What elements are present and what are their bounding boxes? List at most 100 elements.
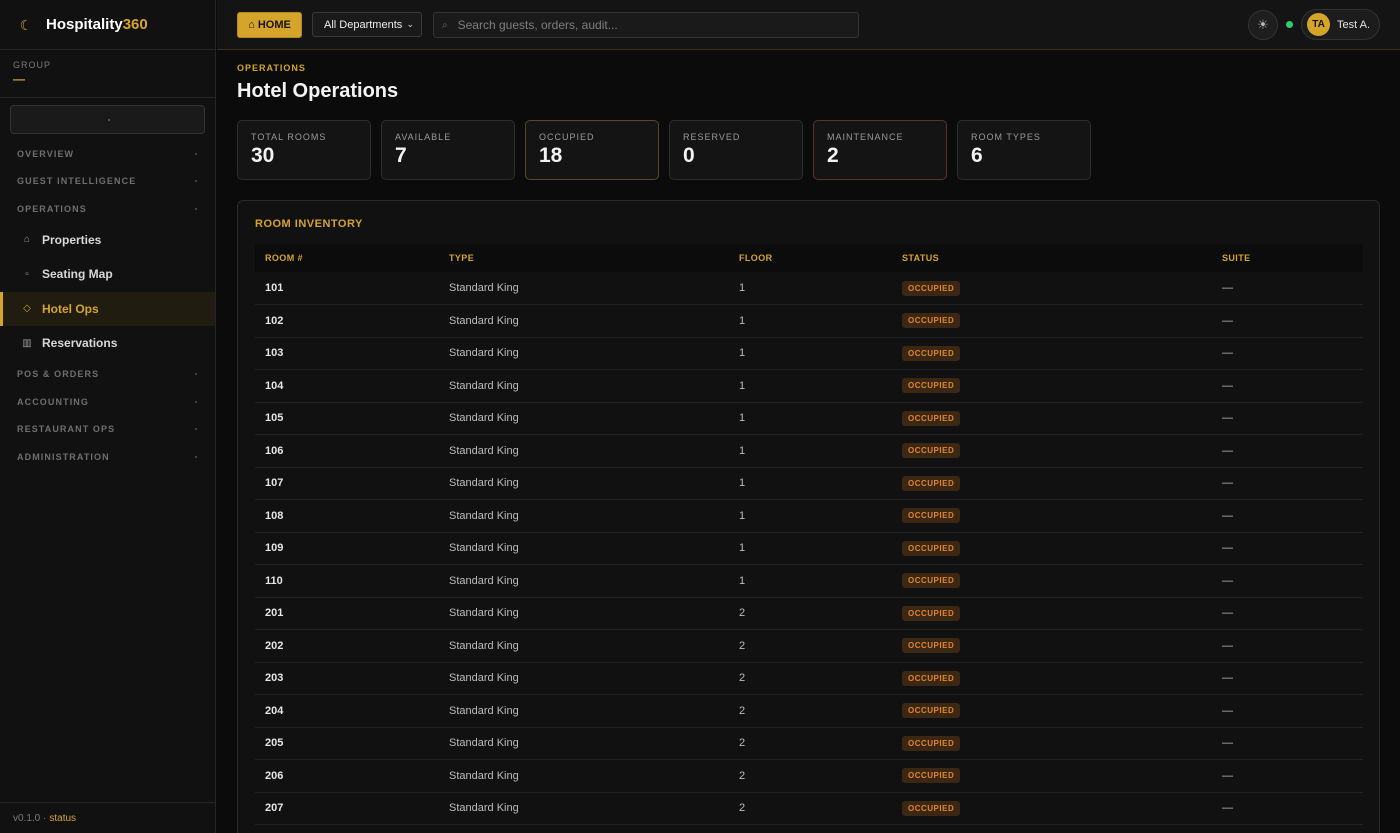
nav-section-overview[interactable]: OVERVIEW xyxy=(0,140,215,168)
suite-cell: — xyxy=(1212,499,1363,533)
room-type-cell: Standard King xyxy=(439,369,729,403)
column-header[interactable]: TYPE xyxy=(439,244,729,272)
home-button[interactable]: ⌂ HOME xyxy=(237,12,302,38)
table-row[interactable]: 103 Standard King 1 OCCUPIED — xyxy=(255,337,1363,370)
caret-icon xyxy=(195,400,197,403)
column-header[interactable]: SUITE xyxy=(1212,244,1363,272)
table-row[interactable]: 206 Standard King 2 OCCUPIED — xyxy=(255,759,1363,793)
table-row[interactable]: 106 Standard King 1 OCCUPIED — xyxy=(255,434,1363,468)
user-name: Test A. xyxy=(1337,18,1371,31)
user-menu-button[interactable]: TA Test A. xyxy=(1301,9,1380,40)
suite-cell: — xyxy=(1212,467,1363,500)
stat-card-maintenance: MAINTENANCE 2 xyxy=(813,120,947,180)
table-row[interactable]: 105 Standard King 1 OCCUPIED — xyxy=(255,402,1363,435)
suite-cell: — xyxy=(1212,727,1363,760)
room-type-cell: Standard King xyxy=(439,792,729,825)
nav-section-accounting[interactable]: ACCOUNTING xyxy=(0,388,215,416)
room-number-cell: 201 xyxy=(255,597,439,630)
caret-icon xyxy=(195,455,197,458)
status-link[interactable]: status xyxy=(49,813,76,824)
column-header[interactable]: STATUS xyxy=(892,244,1212,272)
floor-cell: 2 xyxy=(729,694,892,728)
status-badge: OCCUPIED xyxy=(902,768,961,784)
nav-section-restaurant-ops[interactable]: RESTAURANT OPS xyxy=(0,416,215,444)
stat-card-room-types: ROOM TYPES 6 xyxy=(957,120,1091,180)
status-cell: OCCUPIED xyxy=(892,304,1212,338)
nav-section-administration[interactable]: ADMINISTRATION xyxy=(0,443,215,471)
room-number-cell: 203 xyxy=(255,662,439,695)
search-input[interactable]: ⌕ Search guests, orders, audit... xyxy=(433,12,859,38)
table-row[interactable]: 102 Standard King 1 OCCUPIED — xyxy=(255,304,1363,338)
theme-toggle-button[interactable]: ☀ xyxy=(1248,10,1278,40)
status-badge: OCCUPIED xyxy=(902,540,961,556)
group-box: GROUP — xyxy=(0,50,215,98)
room-number-cell: 202 xyxy=(255,629,439,663)
search-icon: ⌕ xyxy=(442,19,448,31)
sidebar-item-seating-map[interactable]: ▫ Seating Map xyxy=(0,257,215,292)
sidebar-item-reservations[interactable]: ▥ Reservations xyxy=(0,326,215,361)
nav-section-pos-orders[interactable]: POS & ORDERS xyxy=(0,361,215,389)
column-header[interactable]: ROOM # xyxy=(255,244,439,272)
floor-cell: 2 xyxy=(729,629,892,663)
stat-label: RESERVED xyxy=(683,132,741,142)
room-type-cell: Standard King xyxy=(439,629,729,663)
column-header[interactable]: FLOOR xyxy=(729,244,892,272)
property-selector[interactable] xyxy=(10,105,205,134)
floor-cell: 2 xyxy=(729,727,892,760)
room-type-cell: Standard King xyxy=(439,272,729,305)
table-row[interactable]: 104 Standard King 1 OCCUPIED — xyxy=(255,369,1363,403)
room-number-cell: 106 xyxy=(255,434,439,468)
home-icon: ⌂ xyxy=(23,234,31,246)
table-row[interactable]: 108 Standard King 1 OCCUPIED — xyxy=(255,499,1363,533)
suite-cell: — xyxy=(1212,434,1363,468)
suite-cell: — xyxy=(1212,272,1363,305)
suite-cell: — xyxy=(1212,662,1363,695)
group-value: — xyxy=(13,72,25,86)
group-label: GROUP xyxy=(13,60,52,70)
nav-section-guest-intelligence[interactable]: GUEST INTELLIGENCE xyxy=(0,168,215,196)
table-row[interactable]: 101 Standard King 1 OCCUPIED — xyxy=(255,272,1363,305)
table-row[interactable]: 107 Standard King 1 OCCUPIED — xyxy=(255,467,1363,500)
main-content: OPERATIONS Hotel Operations TOTAL ROOMS … xyxy=(217,51,1400,833)
status-cell: OCCUPIED xyxy=(892,564,1212,598)
sidebar-item-hotel-ops[interactable]: ◇ Hotel Ops xyxy=(0,291,215,326)
stat-card-available: AVAILABLE 7 xyxy=(381,120,515,180)
status-badge: OCCUPIED xyxy=(902,800,961,816)
room-number-cell: 204 xyxy=(255,694,439,728)
room-number-cell: 207 xyxy=(255,792,439,825)
status-badge: OCCUPIED xyxy=(902,703,961,719)
table-row[interactable]: 203 Standard King 2 OCCUPIED — xyxy=(255,662,1363,695)
table-row[interactable]: 207 Standard King 2 OCCUPIED — xyxy=(255,792,1363,825)
floor-cell: 1 xyxy=(729,499,892,533)
table-row[interactable]: 202 Standard King 2 OCCUPIED — xyxy=(255,629,1363,663)
topbar: ⌂ HOME All Departments ⌄ ⌕ Search guests… xyxy=(217,0,1400,50)
sun-icon: ☀ xyxy=(1257,17,1269,32)
table-header-row: ROOM # TYPE FLOOR STATUS SUITE xyxy=(255,244,1363,272)
status-badge: OCCUPIED xyxy=(902,508,961,524)
sidebar-item-properties[interactable]: ⌂ Properties xyxy=(0,223,215,258)
nav-section-operations[interactable]: OPERATIONS xyxy=(0,195,215,223)
status-cell: OCCUPIED xyxy=(892,337,1212,370)
floor-cell: 2 xyxy=(729,792,892,825)
table-row[interactable]: 110 Standard King 1 OCCUPIED — xyxy=(255,564,1363,598)
floor-cell: 2 xyxy=(729,662,892,695)
suite-cell: — xyxy=(1212,792,1363,825)
table-row[interactable]: 205 Standard King 2 OCCUPIED — xyxy=(255,727,1363,760)
status-cell: OCCUPIED xyxy=(892,532,1212,565)
table-row[interactable]: 109 Standard King 1 OCCUPIED — xyxy=(255,532,1363,565)
department-select[interactable]: All Departments ⌄ xyxy=(312,12,422,37)
table-row[interactable]: 201 Standard King 2 OCCUPIED — xyxy=(255,597,1363,630)
diamond-icon: ◇ xyxy=(23,303,31,315)
room-number-cell: 206 xyxy=(255,759,439,793)
brand[interactable]: ☾ Hospitality360 xyxy=(0,0,215,50)
room-type-cell: Standard King xyxy=(439,532,729,565)
status-badge: OCCUPIED xyxy=(902,573,961,589)
table-row[interactable]: 204 Standard King 2 OCCUPIED — xyxy=(255,694,1363,728)
room-type-cell: Standard King xyxy=(439,597,729,630)
status-cell: OCCUPIED xyxy=(892,467,1212,500)
status-badge: OCCUPIED xyxy=(902,410,961,426)
floor-cell: 2 xyxy=(729,759,892,793)
suite-cell: — xyxy=(1212,629,1363,663)
sidebar-item-label: Hotel Ops xyxy=(42,301,99,316)
floor-cell: 1 xyxy=(729,467,892,500)
